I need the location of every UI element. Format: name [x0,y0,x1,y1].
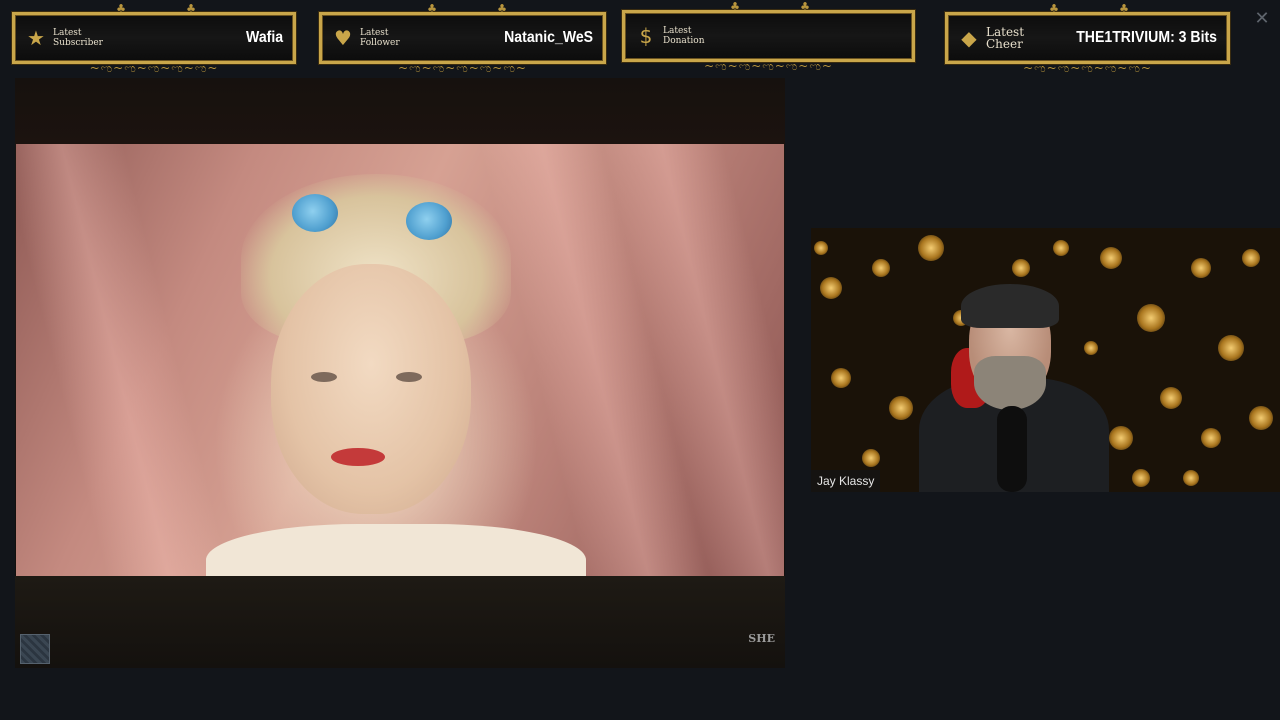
latest-subscriber-banner: ♣ ♣ ★ Latest Subscriber Wafia ~ಌ~ಌ~ಌ~ಌ~ಌ… [12,3,296,75]
latest-follower-banner: ♣ ♣ ♥ Latest Follower Natanic_WeS ~ಌ~ಌ~ಌ… [319,3,606,75]
ornament-icon: ♣ [730,0,740,13]
latest-donation-banner: ♣ ♣ $ Latest Donation ~ಌ~ಌ~ಌ~ಌ~ಌ~ [622,1,915,73]
ornament-icon: ♣ [116,2,126,15]
banner-caption: Latest Donation [663,26,705,46]
close-icon[interactable]: ✕ [1254,8,1270,28]
video-player[interactable]: SHE [15,78,785,668]
latest-subscriber-name: Wafia [245,29,283,46]
video-letterbox-bottom [15,576,785,668]
video-letterbox-top [15,78,785,144]
ornament-icon: ♣ [1119,2,1129,15]
dollar-icon: $ [639,24,653,48]
microphone [997,406,1027,492]
ornament-icon: ♣ [1049,2,1059,15]
diamond-icon: ◆ [961,26,977,50]
ornament-icon: ♣ [497,2,507,15]
banner-caption: Latest Follower [360,28,400,48]
ornament-icon: ♣ [186,2,196,15]
banner-caption: Latest Subscriber [53,28,103,48]
ornament-icon: ♣ [800,0,810,13]
flourish-ornament: ~ಌ~ಌ~ಌ~ಌ~ಌ~ [398,61,527,75]
ornament-icon: ♣ [427,2,437,15]
star-icon: ★ [27,26,45,50]
flourish-ornament: ~ಌ~ಌ~ಌ~ಌ~ಌ~ [1023,61,1152,75]
flourish-ornament: ~ಌ~ಌ~ಌ~ಌ~ಌ~ [704,59,833,73]
webcam-feed [811,228,1280,492]
banner-caption: Latest Cheer [986,25,1025,51]
heart-icon: ♥ [334,26,352,50]
video-thumbnail-button[interactable] [20,634,50,664]
video-watermark-logo: SHE [748,632,775,645]
webcam-name-label: Jay Klassy [811,470,881,492]
latest-cheer-banner: ♣ ♣ ◆ Latest Cheer THE1TRIVIUM: 3 Bits ~… [945,3,1230,75]
latest-follower-name: Natanic_WeS [504,29,593,46]
latest-cheer-name: THE1TRIVIUM: 3 Bits [1076,29,1217,46]
flourish-ornament: ~ಌ~ಌ~ಌ~ಌ~ಌ~ [89,61,219,75]
video-frame-image [16,144,784,576]
